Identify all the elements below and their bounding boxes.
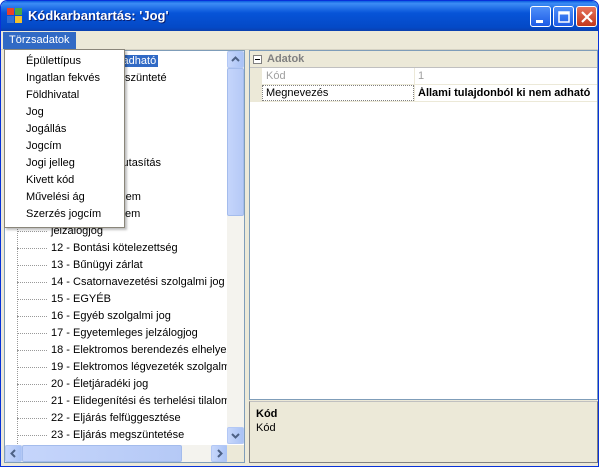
tree-item[interactable]: 18 - Elektromos berendezés elhelyezé: [5, 342, 228, 359]
tree-horizontal-scrollbar[interactable]: [5, 445, 228, 462]
tree-connector: [17, 282, 47, 283]
row-margin: [250, 85, 262, 102]
tree-item-label: 21 - Elidegenítési és terhelési tilalom: [51, 395, 228, 407]
tree-connector: [17, 367, 47, 368]
tree-item[interactable]: 17 - Egyetemleges jelzálogjog: [5, 325, 228, 342]
minimize-button[interactable]: [530, 6, 551, 27]
tree-item[interactable]: 22 - Eljárás felfüggesztése: [5, 410, 228, 427]
tree-item[interactable]: 20 - Életjáradéki jog: [5, 376, 228, 393]
property-name: Megnevezés: [266, 87, 329, 99]
tree-item[interactable]: 21 - Elidegenítési és terhelési tilalom: [5, 393, 228, 410]
menu-item[interactable]: Művelési ág: [6, 189, 123, 206]
tree-hscroll-thumb[interactable]: [22, 445, 182, 462]
tree-item-label: 14 - Csatornavezetési szolgalmi jog: [51, 276, 225, 288]
tree-item-label: 12 - Bontási kötelezettség: [51, 242, 178, 254]
tree-item-label: 22 - Eljárás felfüggesztése: [51, 412, 181, 424]
tree-item[interactable]: 16 - Egyéb szolgalmi jog: [5, 308, 228, 325]
tree-connector: [17, 231, 47, 232]
scroll-down-button[interactable]: [227, 427, 244, 444]
collapse-icon[interactable]: [253, 55, 262, 64]
close-button[interactable]: [576, 6, 597, 27]
maximize-icon: [558, 11, 570, 23]
tree-connector: [17, 248, 47, 249]
tree-vertical-scrollbar[interactable]: [227, 51, 244, 444]
menu-item[interactable]: Épülettípus: [6, 53, 123, 70]
property-name: Kód: [266, 70, 286, 82]
row-margin: [250, 68, 262, 85]
menu-item[interactable]: Szerzés jogcím: [6, 206, 123, 223]
scroll-up-button[interactable]: [227, 51, 244, 68]
tree-item[interactable]: 13 - Bűnügyi zárlat: [5, 257, 228, 274]
tree-item-label: 17 - Egyetemleges jelzálogjog: [51, 327, 198, 339]
tree-item[interactable]: 23 - Eljárás megszüntetése: [5, 427, 228, 444]
scroll-left-button[interactable]: [5, 445, 22, 462]
help-description: Kód: [256, 422, 276, 434]
arrow-down-icon: [231, 433, 240, 439]
tree-item[interactable]: 12 - Bontási kötelezettség: [5, 240, 228, 257]
tree-item-label: 20 - Életjáradéki jog: [51, 378, 149, 390]
column-divider[interactable]: [414, 68, 415, 85]
help-title: Kód: [256, 408, 278, 420]
tree-item-label: 13 - Bűnügyi zárlat: [51, 259, 143, 271]
scroll-right-button[interactable]: [211, 445, 228, 462]
tree-connector: [17, 435, 47, 436]
column-divider[interactable]: [414, 85, 415, 102]
scroll-corner: [227, 445, 244, 462]
title-bar[interactable]: Kódkarbantartás: 'Jog': [1, 1, 598, 31]
tree-item[interactable]: 19 - Elektromos légvezeték szolgalmi: [5, 359, 228, 376]
close-icon: [581, 11, 593, 23]
property-value-input[interactable]: Állami tulajdonból ki nem adható: [418, 87, 596, 99]
maximize-button[interactable]: [553, 6, 574, 27]
tree-connector: [17, 418, 47, 419]
property-panel: Adatok Kód 1 Megnevezés Állami tulajdonb…: [249, 50, 598, 463]
tree-item-label: 23 - Eljárás megszüntetése: [51, 429, 185, 441]
tree-connector: [17, 401, 47, 402]
menu-item[interactable]: Ingatlan fekvés: [6, 70, 123, 87]
tree-connector: [17, 316, 47, 317]
category-label: Adatok: [267, 53, 305, 65]
tree-item-label: 16 - Egyéb szolgalmi jog: [51, 310, 171, 322]
category-adatok[interactable]: Adatok: [250, 51, 597, 68]
tree-scroll-thumb[interactable]: [227, 68, 244, 216]
property-row-kod[interactable]: Kód 1: [250, 68, 597, 85]
menu-item[interactable]: Jogcím: [6, 138, 123, 155]
minimize-icon: [536, 20, 543, 23]
torzsadatok-dropdown-menu: Épülettípus Ingatlan fekvés Földhivatal Jog…: [4, 49, 125, 228]
menu-item[interactable]: Jogi jelleg: [6, 155, 123, 172]
tree-item[interactable]: 15 - EGYÉB: [5, 291, 228, 308]
tree-item-label: 18 - Elektromos berendezés elhelyezé: [51, 344, 228, 356]
menu-item[interactable]: Jog: [6, 104, 123, 121]
arrow-right-icon: [217, 449, 223, 458]
menu-item[interactable]: Jogállás: [6, 121, 123, 138]
tree-connector: [17, 299, 47, 300]
menu-torzsadatok[interactable]: Törzsadatok: [3, 32, 76, 49]
app-icon: [7, 8, 23, 24]
tree-connector: [17, 265, 47, 266]
property-help-box: Kód Kód: [249, 401, 598, 463]
property-grid: Adatok Kód 1 Megnevezés Állami tulajdonb…: [249, 50, 598, 400]
property-value: 1: [418, 70, 425, 82]
tree-connector: [17, 350, 47, 351]
tree-connector: [17, 384, 47, 385]
window-title: Kódkarbantartás: 'Jog': [28, 8, 169, 23]
main-window: Kódkarbantartás: 'Jog' Törzsadatok donbó…: [0, 0, 599, 467]
tree-item[interactable]: 14 - Csatornavezetési szolgalmi jog: [5, 274, 228, 291]
arrow-left-icon: [10, 449, 16, 458]
tree-connector: [17, 333, 47, 334]
tree-item-label: 15 - EGYÉB: [51, 293, 111, 305]
property-row-megnevezes[interactable]: Megnevezés Állami tulajdonból ki nem adh…: [250, 85, 597, 102]
menu-bar: Törzsadatok: [1, 31, 598, 50]
arrow-up-icon: [231, 56, 240, 62]
tree-item-label: 19 - Elektromos légvezeték szolgalmi: [51, 361, 228, 373]
menu-item[interactable]: Kivett kód: [6, 172, 123, 189]
menu-item[interactable]: Földhivatal: [6, 87, 123, 104]
